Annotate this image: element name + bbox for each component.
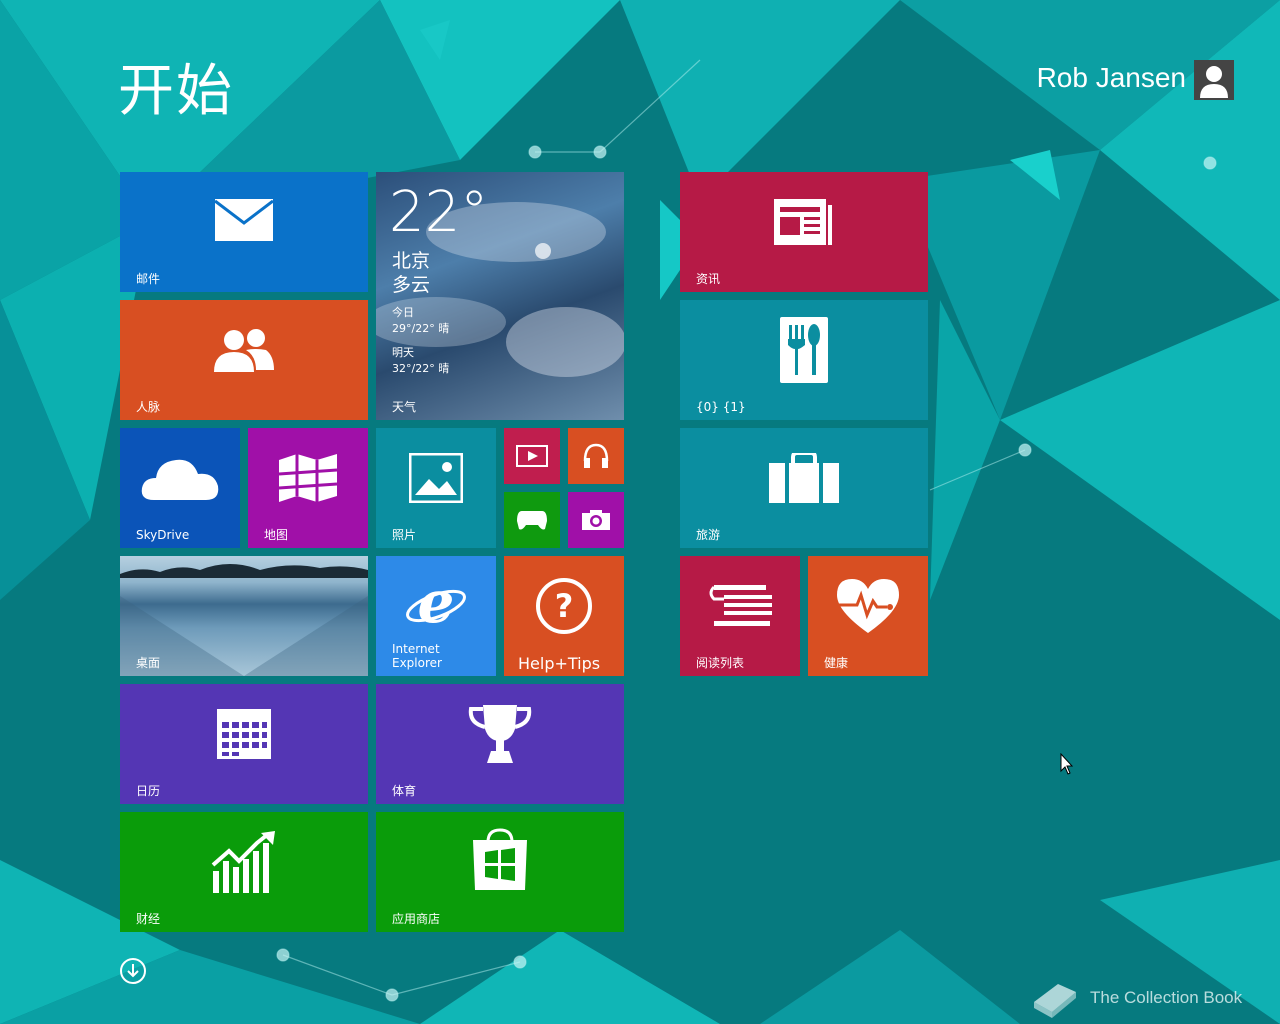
tile-desktop[interactable]: 桌面 [120, 556, 368, 676]
tile-travel[interactable]: 旅游 [680, 428, 928, 548]
svg-text:e: e [418, 576, 455, 632]
tile-label: 健康 [824, 656, 849, 670]
tile-weather[interactable]: 22° 北京 多云 今日 29°/22° 晴 明天 32°/22° 晴 天气 [376, 172, 624, 420]
trophy-icon [376, 684, 624, 784]
user-name[interactable]: Rob Jansen [1030, 62, 1186, 94]
mouse-cursor-icon [1060, 752, 1074, 780]
weather-today-label: 今日 [392, 306, 414, 319]
weather-today-forecast: 29°/22° 晴 [392, 322, 450, 335]
tile-label: 天气 [392, 400, 417, 414]
people-icon [120, 300, 368, 400]
tile-store[interactable]: 应用商店 [376, 812, 624, 932]
tile-video[interactable] [504, 428, 560, 484]
watermark-text: The Collection Book [1090, 988, 1243, 1007]
camera-icon [568, 492, 624, 548]
tile-label: 照片 [392, 528, 417, 542]
tile-mail[interactable]: 邮件 [120, 172, 368, 292]
svg-text:?: ? [555, 587, 574, 625]
tile-calendar[interactable]: 日历 [120, 684, 368, 804]
tile-label: 日历 [136, 784, 161, 798]
tile-food-drink[interactable]: {0} {1} [680, 300, 928, 420]
book-icon [1034, 984, 1076, 1018]
weather-tomorrow-forecast: 32°/22° 晴 [392, 362, 450, 375]
tile-reading-list[interactable]: 阅读列表 [680, 556, 800, 676]
gamepad-icon [504, 492, 560, 548]
all-apps-button[interactable] [120, 958, 146, 984]
chart-up-icon [120, 812, 368, 912]
tile-sports[interactable]: 体育 [376, 684, 624, 804]
weather-tomorrow-label: 明天 [392, 346, 414, 359]
tile-finance[interactable]: 财经 [120, 812, 368, 932]
tile-label: {0} {1} [696, 400, 746, 414]
weather-city: 北京 [392, 250, 431, 272]
tile-label: 体育 [392, 784, 417, 798]
tile-label: 财经 [136, 912, 161, 926]
arrow-down-circle-icon [127, 964, 139, 978]
user-avatar[interactable] [1194, 60, 1234, 100]
tile-camera[interactable] [568, 492, 624, 548]
person-icon [1200, 66, 1228, 98]
start-title: 开始 [118, 59, 234, 124]
tile-games[interactable] [504, 492, 560, 548]
store-bag-icon [376, 812, 624, 908]
watermark: The Collection Book [1030, 978, 1242, 1018]
tile-label: 旅游 [696, 528, 721, 542]
tile-label: Help+Tips [518, 654, 601, 673]
tile-people[interactable]: 人脉 [120, 300, 368, 420]
suitcase-icon [680, 428, 928, 528]
internet-explorer-icon: e [376, 556, 496, 652]
help-icon: ? [504, 556, 624, 656]
tile-label: 应用商店 [392, 912, 441, 926]
tile-label-line2: Explorer [392, 656, 442, 670]
tile-help-tips[interactable]: ? Help+Tips [504, 556, 624, 676]
fork-spoon-icon [680, 300, 928, 400]
weather-condition: 多云 [392, 274, 431, 296]
video-icon [504, 428, 560, 484]
tile-label: 邮件 [136, 272, 161, 286]
tile-label: 资讯 [696, 272, 721, 286]
tile-news[interactable]: 资讯 [680, 172, 928, 292]
mail-icon [120, 172, 368, 268]
tile-label: 阅读列表 [696, 656, 745, 670]
cloud-icon [120, 428, 240, 528]
headphones-icon [568, 428, 624, 484]
tile-label-line1: Internet [392, 642, 440, 656]
photo-icon [376, 428, 496, 528]
map-icon [248, 428, 368, 528]
tile-skydrive[interactable]: SkyDrive [120, 428, 240, 548]
tile-health[interactable]: 健康 [808, 556, 928, 676]
tile-maps[interactable]: 地图 [248, 428, 368, 548]
heart-pulse-icon [808, 556, 928, 656]
tile-label: 人脉 [136, 400, 161, 414]
tile-label: 地图 [264, 528, 289, 542]
tile-internet-explorer[interactable]: e Internet Explorer [376, 556, 496, 676]
newspaper-icon [680, 172, 928, 272]
tile-photos[interactable]: 照片 [376, 428, 496, 548]
reading-list-icon [680, 556, 800, 656]
tile-label: 桌面 [136, 656, 161, 670]
calendar-icon [120, 684, 368, 784]
tile-label: SkyDrive [136, 528, 190, 542]
tile-music[interactable] [568, 428, 624, 484]
weather-temperature: 22° [389, 180, 489, 245]
